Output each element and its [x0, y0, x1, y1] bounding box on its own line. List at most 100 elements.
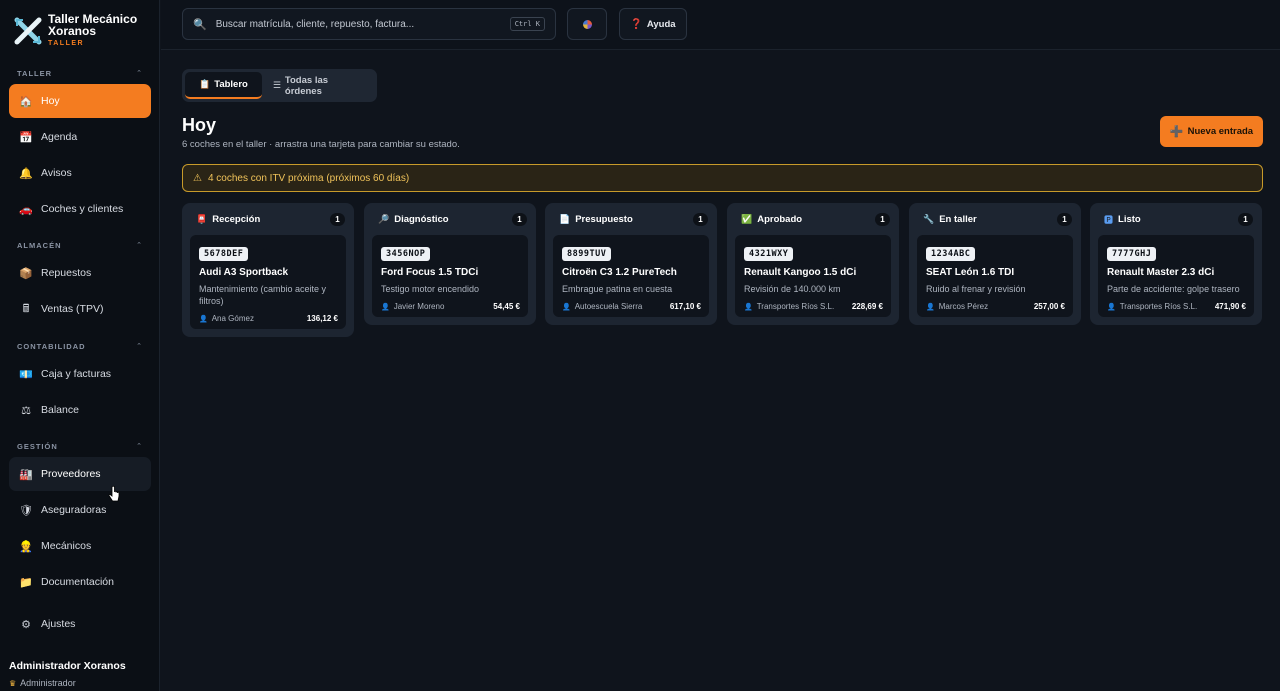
- sidebar-item-documentacion[interactable]: 📁 Documentación: [9, 565, 151, 599]
- sidebar-item-aseguradoras[interactable]: 🛡 Aseguradoras: [9, 493, 151, 527]
- column-title: Diagnóstico: [394, 213, 449, 225]
- section-contabilidad[interactable]: CONTABILIDAD ⌃: [17, 342, 143, 351]
- car-model: Renault Kangoo 1.5 dCi: [744, 267, 857, 278]
- help-button[interactable]: ❓ Ayuda: [619, 8, 687, 40]
- order-price: 257,00 €: [1033, 302, 1065, 311]
- car-model: Citroën C3 1.2 PureTech: [562, 267, 677, 278]
- theme-button[interactable]: [567, 8, 607, 40]
- app-name: Taller Mecánico Xoranos: [48, 12, 138, 38]
- itv-alert-banner[interactable]: ⚠ 4 coches con ITV próxima (próximos 60 …: [182, 164, 1263, 192]
- search-shortcut: Ctrl K: [509, 17, 545, 31]
- sidebar-item-hoy[interactable]: 🏠 Hoy: [9, 84, 151, 118]
- order-card[interactable]: 5678DEF Audi A3 Sportback Mantenimiento …: [190, 235, 346, 329]
- search-icon: 🔍: [193, 18, 207, 31]
- car-model: Ford Focus 1.5 TDCi: [381, 267, 479, 278]
- sidebar-item-label: Balance: [41, 404, 79, 416]
- client: 👤 Marcos Pérez: [926, 302, 988, 311]
- check-icon: ✅: [741, 213, 753, 224]
- list-icon: ☰: [272, 80, 281, 90]
- house-icon: 🏠: [19, 95, 33, 108]
- order-price: 136,12 €: [306, 314, 338, 323]
- tab-label: Todas las órdenes: [284, 74, 329, 97]
- client-name: Marcos Pérez: [938, 302, 989, 311]
- order-card[interactable]: 4321WXY Renault Kangoo 1.5 dCi Revisión …: [735, 235, 891, 317]
- calendar-icon: 📅: [19, 131, 33, 144]
- sidebar-item-coches-clientes[interactable]: 🚗 Coches y clientes: [9, 192, 151, 226]
- cash-icon: 💶: [19, 368, 33, 381]
- sidebar-item-label: Repuestos: [41, 267, 92, 279]
- column-listo: 🅿 Listo 1 7777GHJ Renault Master 2.3 dCi…: [1090, 203, 1262, 325]
- brand[interactable]: Taller Mecánico Xoranos TALLER: [14, 13, 148, 47]
- question-icon: ❓: [630, 18, 643, 30]
- sidebar-item-label: Aseguradoras: [41, 504, 107, 516]
- order-card[interactable]: 8899TUV Citroën C3 1.2 PureTech Embrague…: [553, 235, 709, 317]
- column-count-badge: 1: [512, 212, 527, 226]
- column-count-badge: 1: [330, 212, 345, 226]
- sidebar-item-label: Mecánicos: [41, 540, 92, 552]
- column-count-badge: 1: [1057, 212, 1072, 226]
- sidebar-item-avisos[interactable]: 🔔 Avisos: [9, 156, 151, 190]
- sidebar-item-label: Ventas (TPV): [41, 303, 104, 315]
- license-plate: 5678DEF: [199, 247, 249, 261]
- sidebar-item-agenda[interactable]: 📅 Agenda: [9, 120, 151, 154]
- tab-label: Tablero: [214, 79, 248, 90]
- sidebar-item-label: Documentación: [41, 576, 114, 588]
- column-diagnostico: 🔎 Diagnóstico 1 3456NOP Ford Focus 1.5 T…: [364, 203, 536, 325]
- app-subtitle: TALLER: [48, 40, 85, 47]
- license-plate: 8899TUV: [562, 247, 612, 261]
- scale-icon: ⚖: [21, 404, 31, 417]
- column-title: Aprobado: [757, 213, 803, 225]
- section-taller[interactable]: TALLER ⌃: [17, 69, 143, 78]
- car-model: Audi A3 Sportback: [199, 267, 289, 278]
- section-gestion[interactable]: GESTIÓN ⌃: [17, 442, 143, 451]
- section-label: CONTABILIDAD: [17, 342, 86, 351]
- client: 👤 Javier Moreno: [381, 302, 444, 311]
- mechanic-icon: 👷: [19, 540, 33, 553]
- search-input[interactable]: 🔍 Buscar matrícula, cliente, repuesto, f…: [182, 8, 556, 40]
- sidebar-item-mecanicos[interactable]: 👷 Mecánicos: [9, 529, 151, 563]
- new-entry-button[interactable]: ➕ Nueva entrada: [1160, 116, 1263, 147]
- client: 👤 Ana Gómez: [199, 314, 254, 323]
- order-card[interactable]: 3456NOP Ford Focus 1.5 TDCi Testigo moto…: [372, 235, 528, 317]
- sidebar-item-balance[interactable]: ⚖ Balance: [9, 393, 151, 427]
- inbox-icon: 📮: [196, 213, 208, 224]
- sidebar-item-proveedores[interactable]: 🏭 Proveedores: [9, 457, 151, 491]
- section-almacen[interactable]: ALMACÉN ⌃: [17, 241, 143, 250]
- column-aprobado: ✅ Aprobado 1 4321WXY Renault Kangoo 1.5 …: [727, 203, 899, 325]
- column-title: Presupuesto: [575, 213, 633, 225]
- warning-icon: ⚠: [193, 172, 202, 184]
- user-profile[interactable]: Administrador Xoranos ♛ Administrador: [9, 660, 126, 688]
- xoranos-logo-icon: [14, 17, 42, 45]
- plus-icon: ➕: [1169, 126, 1184, 138]
- column-header: ✅ Aprobado 1: [727, 203, 899, 235]
- person-icon: 👤: [1107, 303, 1116, 311]
- sidebar-item-repuestos[interactable]: 📦 Repuestos: [9, 256, 151, 290]
- sidebar-item-ajustes[interactable]: ⚙ Ajustes: [9, 607, 151, 641]
- order-card[interactable]: 7777GHJ Renault Master 2.3 dCi Parte de …: [1098, 235, 1254, 317]
- wrench-icon: 🔧: [923, 213, 935, 224]
- folder-icon: 📁: [19, 576, 33, 589]
- car-model: SEAT León 1.6 TDI: [926, 267, 1015, 278]
- tab-tablero[interactable]: 📋 Tablero: [185, 72, 262, 99]
- sidebar-item-ventas[interactable]: 🖩 Ventas (TPV): [9, 292, 151, 326]
- parking-icon: 🅿: [1104, 214, 1114, 225]
- person-icon: 👤: [926, 303, 935, 311]
- mouse-pointer-icon: [108, 486, 120, 502]
- order-price: 617,10 €: [669, 302, 701, 311]
- collapse-caret-icon: ⌃: [136, 242, 143, 249]
- client: 👤 Transportes Ríos S.L.: [744, 302, 834, 311]
- sidebar-item-caja-facturas[interactable]: 💶 Caja y facturas: [9, 357, 151, 391]
- page-title: Hoy: [182, 115, 217, 135]
- document-icon: 📄: [559, 213, 571, 224]
- job-description: Embrague patina en cuesta: [562, 284, 673, 294]
- client: 👤 Autoescuela Sierra: [562, 302, 642, 311]
- section-label: TALLER: [17, 69, 53, 78]
- column-recepcion: 📮 Recepción 1 5678DEF Audi A3 Sportback …: [182, 203, 354, 337]
- car-icon: 🚗: [19, 203, 33, 216]
- person-icon: 👤: [562, 303, 571, 311]
- job-description: Parte de accidente: golpe trasero: [1107, 284, 1240, 294]
- column-header: 📄 Presupuesto 1: [545, 203, 717, 235]
- tab-todas-ordenes[interactable]: ☰ Todas las órdenes: [262, 72, 374, 99]
- order-card[interactable]: 1234ABC SEAT León 1.6 TDI Ruido al frena…: [917, 235, 1073, 317]
- user-role-label: Administrador: [20, 678, 76, 688]
